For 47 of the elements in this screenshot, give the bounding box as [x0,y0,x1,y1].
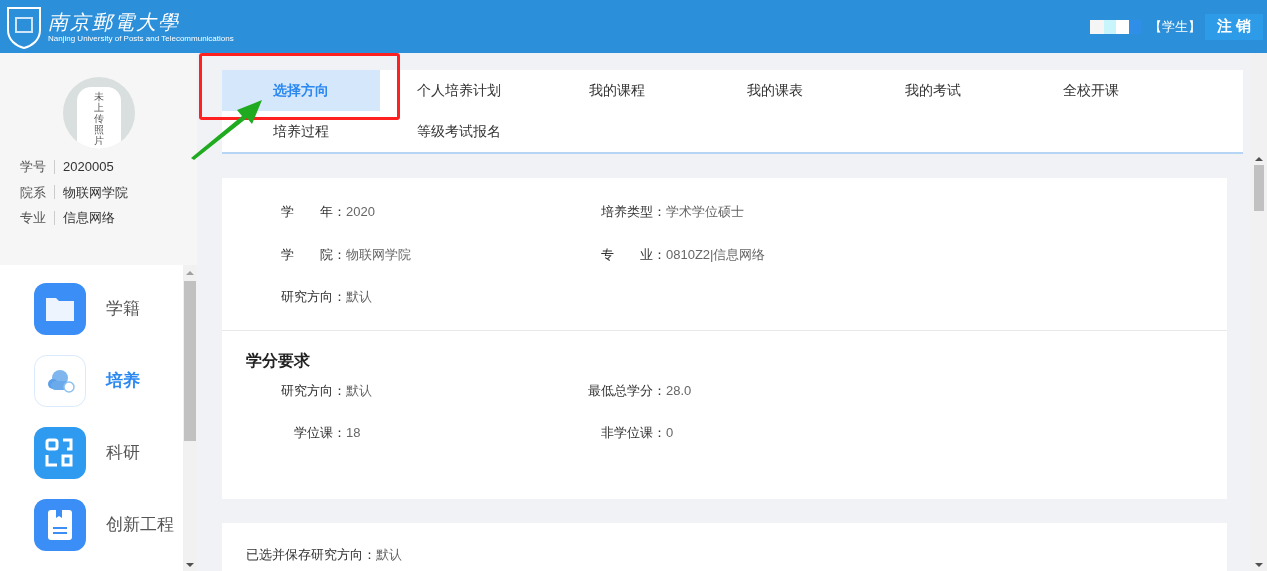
qr-code-icon [34,427,86,479]
logo-text: 南京郵電大學 [48,9,181,34]
profile-value: 信息网络 [63,209,115,227]
field-value: 28.0 [666,381,692,400]
field-label: 学 院： [280,245,346,264]
nav-item[interactable]: 培养 [34,355,183,407]
tab[interactable]: 全校开课 [1012,70,1170,111]
tab[interactable]: 我的考试 [854,70,1012,111]
field-value: 0810Z2|信息网络 [666,245,766,264]
field-value: 0 [666,424,674,442]
field-label: 最低总学分： [587,381,666,400]
cloud-icon [34,355,86,407]
role-label: 【学生】 [1148,17,1201,36]
profile-label: 学号 [20,158,46,176]
field-value: 默认 [376,545,402,564]
folder-icon [34,283,86,335]
field-value: 18 [346,424,361,442]
nav-item[interactable]: 学籍 [34,283,183,335]
field-label: 培养类型： [600,203,666,221]
tab[interactable]: 个人培养计划 [380,70,538,111]
profile-label: 院系 [20,183,46,202]
redacted-name [1089,19,1141,34]
field-label: 研究方向： [280,288,346,306]
field-value: 默认 [346,381,372,400]
tab[interactable]: 培养过程 [222,111,380,152]
avatar-text: 未上传照片 [93,91,104,148]
field-value: 学术学位硕士 [666,203,744,221]
tab[interactable]: 等级考试报名 [380,111,538,152]
field-label: 学位课： [293,424,346,442]
tab[interactable]: 我的课表 [696,70,854,111]
field-value: 物联网学院 [346,245,411,264]
profile-value: 2020005 [63,158,114,176]
profile-value: 物联网学院 [63,183,128,202]
field-value: 默认 [346,288,372,306]
field-label: 非学位课： [600,424,666,442]
field-label: 研究方向： [280,381,346,400]
nav-item[interactable]: 创新工程 [34,499,183,551]
field-label: 学 年： [280,203,346,221]
logo-subtitle: Nanjing University of Posts and Telecommunications [48,33,234,44]
field-label: 已选并保存研究方向： [246,545,376,564]
nav-item[interactable]: 科研 [34,427,183,479]
section-title: 学分要求 [245,350,311,371]
field-value: 2020 [346,203,375,221]
profile-label: 专业 [20,209,46,227]
tab[interactable]: 我的课程 [538,70,696,111]
document-icon [34,499,86,551]
field-label: 专 业： [600,245,666,264]
